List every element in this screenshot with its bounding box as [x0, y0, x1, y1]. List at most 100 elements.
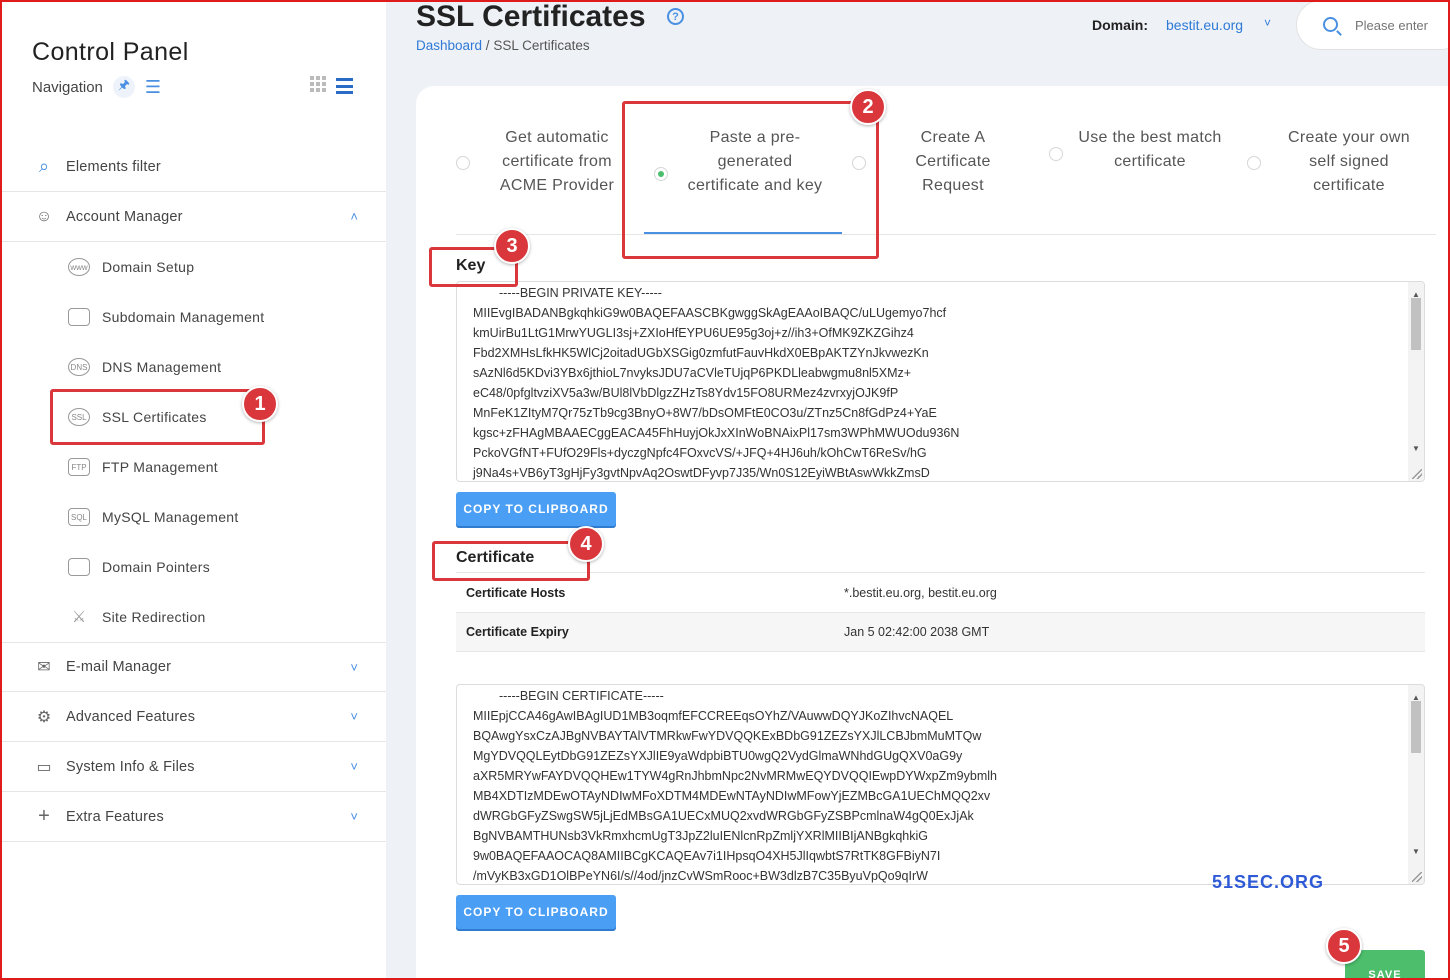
list-view-icon[interactable] [336, 78, 353, 94]
sidebar-section-advanced-features[interactable]: ⚙ Advanced Features ˅ [2, 692, 386, 742]
domain-select[interactable]: bestit.eu.org [1166, 17, 1243, 33]
sidebar-item-label: Subdomain Management [102, 309, 265, 325]
sidebar-item-label: Domain Pointers [102, 559, 210, 575]
chevron-down-icon[interactable]: ˅ [1264, 16, 1271, 30]
resize-grip-icon[interactable] [1412, 872, 1422, 882]
pin-icon[interactable]: 🖈 [112, 76, 135, 98]
certificate-text: -----BEGIN CERTIFICATE----- MIIEpjCCA46gA… [457, 685, 1424, 884]
www-icon: www [68, 258, 90, 276]
monitor-icon [68, 308, 90, 326]
row-key: Certificate Hosts [466, 585, 566, 600]
text-line: kmUirBu1LtG1MrwYUGLI3sj+ZXIoHfEYPU6UE95g… [473, 326, 914, 340]
annotation-badge-1: 1 [242, 386, 278, 422]
chevron-down-icon: ˅ [350, 809, 358, 824]
tab-divider [456, 234, 1436, 235]
navigation-row: Navigation 🖈 ☰ [32, 76, 161, 98]
text-line: 9w0BAQEFAAOCAQ8AMIIBCgKCAQEAv7i1IHpsqO4X… [473, 849, 941, 863]
text-line: MIIEpjCCA46gAwIBAgIUD1MB3oqmfEFCCREEqsOY… [473, 709, 954, 723]
text-line: MgYDVQQLEytDbG91ZEZsYXJlIE9yaWdpbiBTU0wg… [473, 749, 963, 763]
sidebar-section-label: E-mail Manager [66, 659, 172, 675]
annotation-badge-4: 4 [568, 526, 604, 562]
tab-acme[interactable]: Get automatic certificate from ACME Prov… [482, 126, 632, 198]
copy-key-button[interactable]: COPY TO CLIPBOARD [456, 492, 616, 526]
text-line: dWRGbGFyZSwgSW5jLjEdMBsGA1UECxMUQ2xvdWRG… [473, 809, 974, 823]
breadcrumb-dashboard-link[interactable]: Dashboard [416, 38, 482, 53]
certificate-info-table: Certificate Hosts *.bestit.eu.org, besti… [456, 572, 1425, 652]
sidebar-item-domain-setup[interactable]: www Domain Setup [2, 242, 386, 292]
sidebar-section-extra-features[interactable]: + Extra Features ˅ [2, 792, 386, 842]
tab-self-signed[interactable]: Create your own self signed certificate [1274, 126, 1424, 198]
sidebar-section-label: Advanced Features [66, 708, 196, 725]
annotation-box-1 [50, 389, 265, 445]
text-line: -----BEGIN CERTIFICATE----- [499, 689, 664, 703]
domain-label: Domain: [1092, 17, 1148, 33]
search-box[interactable] [1296, 0, 1450, 50]
text-line: aXR5MRYwFAYDVQQHEw1TYW4gRnJhbmNpc2NvMRMw… [473, 769, 997, 783]
dns-icon: DNS [68, 358, 90, 376]
tab-best-match[interactable]: Use the best match certificate [1072, 126, 1228, 174]
sidebar-section-system-info[interactable]: ▭ System Info & Files ˅ [2, 742, 386, 792]
text-line: eC48/0pfgltvziXV5a3w/BUl8lVbDlgzZHzTs8Yd… [473, 386, 899, 400]
scroll-thumb[interactable] [1411, 298, 1421, 350]
sidebar: Control Panel Navigation 🖈 ☰ ⌕ Elements … [2, 2, 386, 978]
sidebar-item-ftp-management[interactable]: FTP FTP Management [2, 442, 386, 492]
sidebar-section-email-manager[interactable]: ✉ E-mail Manager ˅ [2, 642, 386, 692]
ftp-folder-icon: FTP [68, 458, 90, 476]
search-icon [1323, 17, 1338, 32]
tab-certificate-request[interactable]: Create A Certificate Request [888, 126, 1018, 198]
tab-radio-self-signed[interactable] [1247, 156, 1261, 170]
tab-radio-acme[interactable] [456, 156, 470, 170]
text-line: PckoVGfNT+FUfO29Fls+dyczgNpfc4FOxvcVS/+J… [473, 446, 927, 460]
sidebar-item-label: Domain Setup [102, 259, 195, 275]
elements-filter-label: Elements filter [66, 158, 161, 175]
sidebar-item-domain-pointers[interactable]: Domain Pointers [2, 542, 386, 592]
text-line: MB4XDTIzMDEwOTAyNDIwMFoXDTM4MDEwNTAyNDIw… [473, 789, 991, 803]
key-textarea[interactable]: -----BEGIN PRIVATE KEY----- MIIEvgIBADANB… [456, 281, 1425, 482]
table-row: Certificate Hosts *.bestit.eu.org, besti… [456, 572, 1425, 612]
sidebar-item-label: FTP Management [102, 459, 218, 475]
sidebar-item-subdomain-management[interactable]: Subdomain Management [2, 292, 386, 342]
grid-view-icon[interactable] [310, 76, 326, 92]
annotation-badge-3: 3 [494, 228, 530, 264]
sidebar-section-account-manager[interactable]: ☺ Account Manager ˄ [2, 192, 386, 242]
sidebar-item-dns-management[interactable]: DNS DNS Management [2, 342, 386, 392]
copy-certificate-button[interactable]: COPY TO CLIPBOARD [456, 895, 616, 929]
scroll-down-icon[interactable]: ▼ [1412, 842, 1420, 862]
monitor-icon [68, 558, 90, 576]
breadcrumb: Dashboard / SSL Certificates [416, 38, 590, 53]
certificate-textarea[interactable]: -----BEGIN CERTIFICATE----- MIIEpjCCA46gA… [456, 684, 1425, 885]
page-title: SSL Certificates [416, 0, 646, 33]
chevron-up-icon: ˄ [350, 209, 358, 224]
folder-icon: ▭ [36, 758, 52, 776]
annotation-badge-5: 5 [1326, 928, 1362, 964]
navigation-label: Navigation [32, 78, 103, 96]
signpost-icon: ⚔ [71, 609, 87, 626]
cert-scrollbar[interactable]: ▲ ▼ [1408, 685, 1424, 884]
text-line: j9Na4s+VB6yT3gHjFy3gvtNpvAq2OswtDFyvp7J3… [473, 466, 930, 480]
text-line: MnFeK1ZItyM7Qr75zTb9cg3BnyO+8W7/bDsOMFtE… [473, 406, 937, 420]
text-line: MIIEvgIBADANBgkqhkiG9w0BAQEFAASCBKgwggSk… [473, 306, 947, 320]
text-line: -----BEGIN PRIVATE KEY----- [499, 286, 662, 300]
chevron-down-icon: ˅ [350, 709, 358, 724]
text-line: Fbd2XMHsLfkHK5WlCj2oitadUGbXSGig0zmfutFa… [473, 346, 929, 360]
scroll-down-icon[interactable]: ▼ [1412, 439, 1420, 459]
gear-doc-icon: ⚙ [36, 708, 52, 726]
sidebar-section-label: Account Manager [66, 208, 183, 225]
sidebar-item-mysql-management[interactable]: SQL MySQL Management [2, 492, 386, 542]
sort-list-icon[interactable]: ☰ [145, 77, 161, 98]
help-icon[interactable]: ? [667, 8, 684, 25]
resize-grip-icon[interactable] [1412, 469, 1422, 479]
key-scrollbar[interactable]: ▲ ▼ [1408, 282, 1424, 481]
text-line: BgNVBAMTHUNsb3VkRmxhcmUgT3JpZ2luIENlcnRp… [473, 829, 928, 843]
plus-icon: + [38, 805, 50, 827]
search-icon: ⌕ [38, 156, 50, 176]
sidebar-section-label: System Info & Files [66, 758, 195, 775]
tab-radio-best-match[interactable] [1049, 147, 1063, 161]
sidebar-item-site-redirection[interactable]: ⚔ Site Redirection [2, 592, 386, 642]
annotation-box-2 [622, 101, 879, 259]
search-input[interactable] [1355, 18, 1450, 33]
scroll-thumb[interactable] [1411, 701, 1421, 753]
elements-filter[interactable]: ⌕ Elements filter [2, 142, 386, 192]
breadcrumb-current: SSL Certificates [493, 38, 590, 53]
sidebar-item-label: Site Redirection [102, 609, 206, 625]
